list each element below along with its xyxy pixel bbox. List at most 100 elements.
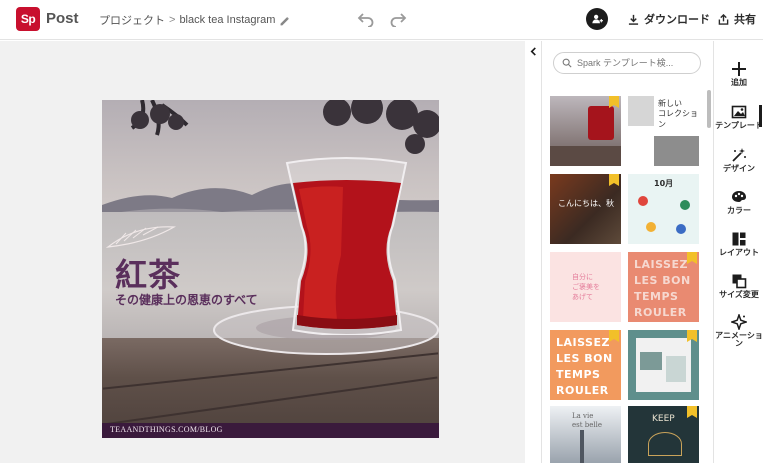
template-thumbnail[interactable]: 自分に ご褒美を あげて bbox=[550, 252, 621, 322]
url-banner[interactable]: TEAANDTHINGS.COM/BLOG bbox=[102, 423, 439, 438]
premium-crown-icon bbox=[609, 330, 619, 342]
thumbnail-text: est belle bbox=[572, 421, 603, 429]
rail-label: サイズ変更 bbox=[719, 290, 759, 299]
rail-animation-button[interactable]: アニメーション bbox=[714, 314, 763, 349]
thumbnail-photo bbox=[628, 96, 654, 126]
template-thumbnail[interactable]: こんにちは、秋 bbox=[550, 174, 621, 244]
thumbnail-text: TEMPS bbox=[634, 290, 679, 303]
thumbnail-text: LES BON bbox=[634, 274, 691, 287]
template-thumbnail[interactable]: LAISSEZ LES BON TEMPS ROULER bbox=[550, 330, 621, 400]
thumbnail-text: 自分に bbox=[572, 273, 593, 281]
template-thumbnail[interactable]: KEEP bbox=[628, 406, 699, 463]
redo-icon[interactable] bbox=[389, 11, 407, 28]
magic-wand-icon bbox=[732, 148, 746, 162]
rail-label: デザイン bbox=[723, 164, 755, 173]
artboard-title[interactable]: 紅茶 bbox=[115, 250, 181, 296]
breadcrumb: プロジェクト > black tea Instagram bbox=[99, 12, 290, 28]
top-bar: Sp Post プロジェクト > black tea Instagram ダウン… bbox=[0, 0, 763, 40]
template-thumbnail[interactable] bbox=[550, 96, 621, 166]
template-thumbnail[interactable]: 新しい コレクション bbox=[628, 96, 699, 166]
thumbnail-text: ご褒美を bbox=[572, 283, 600, 291]
template-thumbnail[interactable]: La vie est belle bbox=[550, 406, 621, 463]
rail-label: 追加 bbox=[731, 78, 747, 87]
download-label: ダウンロード bbox=[644, 14, 710, 26]
invite-user-button[interactable] bbox=[586, 8, 608, 30]
thumbnail-photo bbox=[640, 352, 662, 370]
share-button[interactable]: 共有 bbox=[718, 11, 756, 27]
thumbnail-dot bbox=[646, 222, 656, 232]
palette-icon bbox=[732, 191, 746, 202]
document-name[interactable]: black tea Instagram bbox=[179, 14, 275, 26]
template-search-input[interactable] bbox=[577, 58, 689, 68]
premium-crown-icon bbox=[609, 174, 619, 186]
thumbnail-dot bbox=[680, 200, 690, 210]
pencil-icon[interactable] bbox=[279, 15, 290, 26]
premium-crown-icon bbox=[609, 96, 619, 108]
thumbnail-text: La vie bbox=[572, 412, 594, 420]
template-thumbnail[interactable] bbox=[628, 330, 699, 400]
chevron-left-icon bbox=[530, 46, 536, 56]
rail-label: カラー bbox=[727, 206, 751, 215]
leaf-decoration-icon bbox=[106, 226, 176, 248]
collapse-panel-button[interactable] bbox=[525, 41, 541, 61]
thumbnail-text: ROULER bbox=[556, 384, 609, 397]
template-search[interactable] bbox=[553, 52, 701, 74]
download-icon bbox=[628, 14, 639, 25]
search-icon bbox=[562, 58, 572, 68]
thumbnail-tea-glass bbox=[588, 106, 614, 140]
rail-design-button[interactable]: デザイン bbox=[714, 147, 763, 173]
rail-resize-button[interactable]: サイズ変更 bbox=[714, 273, 763, 299]
thumbnail-ornament bbox=[648, 432, 682, 456]
artboard[interactable]: 紅茶 その健康上の恩恵のすべて TEAANDTHINGS.COM/BLOG bbox=[102, 100, 439, 438]
active-tab-indicator bbox=[759, 105, 762, 127]
breadcrumb-separator: > bbox=[169, 14, 176, 26]
premium-crown-icon bbox=[687, 330, 697, 342]
tea-glass-image bbox=[285, 157, 408, 335]
rail-layout-button[interactable]: レイアウト bbox=[714, 231, 763, 257]
template-thumbnail[interactable]: 10月 bbox=[628, 174, 699, 244]
download-button[interactable]: ダウンロード bbox=[628, 11, 710, 27]
thumbnail-text: 10月 bbox=[654, 179, 674, 188]
user-add-icon bbox=[592, 14, 603, 24]
thumbnail-text: LES BON bbox=[556, 352, 613, 365]
rail-template-button[interactable]: テンプレート bbox=[714, 104, 763, 130]
thumbnail-table bbox=[550, 146, 621, 166]
thumbnail-text: ROULER bbox=[634, 306, 687, 319]
rail-label: アニメーション bbox=[715, 331, 763, 349]
thumbnail-tower bbox=[580, 430, 584, 463]
share-icon bbox=[718, 13, 729, 25]
url-text: TEAANDTHINGS.COM/BLOG bbox=[110, 425, 223, 434]
resize-icon bbox=[732, 274, 747, 289]
thumbnail-text: こんにちは、秋 bbox=[558, 199, 614, 208]
share-label: 共有 bbox=[734, 14, 756, 26]
undo-icon[interactable] bbox=[357, 11, 375, 28]
thumbnail-text: あげて bbox=[572, 293, 593, 301]
right-toolbar: 追加 テンプレート デザイン カラー レイアウト サイズ変更 アニメーション bbox=[713, 41, 763, 463]
thumbnail-text: コレクション bbox=[658, 109, 698, 129]
rail-color-button[interactable]: カラー bbox=[714, 189, 763, 215]
canvas-area[interactable]: 紅茶 その健康上の恩恵のすべて TEAANDTHINGS.COM/BLOG bbox=[0, 41, 525, 463]
rail-add-button[interactable]: 追加 bbox=[714, 61, 763, 87]
premium-crown-icon bbox=[687, 252, 697, 264]
template-thumbnail[interactable]: LAISSEZ LES BON TEMPS ROULER bbox=[628, 252, 699, 322]
thumbnail-photo bbox=[666, 356, 686, 382]
plus-icon bbox=[732, 62, 746, 76]
pine-branch-image bbox=[130, 100, 189, 136]
thumbnail-text: KEEP bbox=[652, 414, 675, 424]
rail-label: レイアウト bbox=[719, 248, 759, 257]
thumbnail-dot bbox=[638, 196, 648, 206]
thumbnail-text: LAISSEZ bbox=[634, 258, 688, 271]
panel-scrollbar[interactable] bbox=[707, 90, 711, 128]
layout-icon bbox=[732, 232, 746, 246]
breadcrumb-project[interactable]: プロジェクト bbox=[99, 12, 165, 28]
premium-crown-icon bbox=[687, 406, 697, 418]
thumbnail-dot bbox=[676, 224, 686, 234]
animation-icon bbox=[731, 314, 747, 330]
rail-label: テンプレート bbox=[715, 121, 763, 130]
spark-logo[interactable]: Sp bbox=[16, 7, 40, 31]
app-name: Post bbox=[46, 10, 79, 27]
template-icon bbox=[731, 105, 747, 119]
thumbnail-text: TEMPS bbox=[556, 368, 601, 381]
artboard-subtitle[interactable]: その健康上の恩恵のすべて bbox=[115, 291, 258, 308]
thumbnail-photo bbox=[654, 136, 699, 166]
